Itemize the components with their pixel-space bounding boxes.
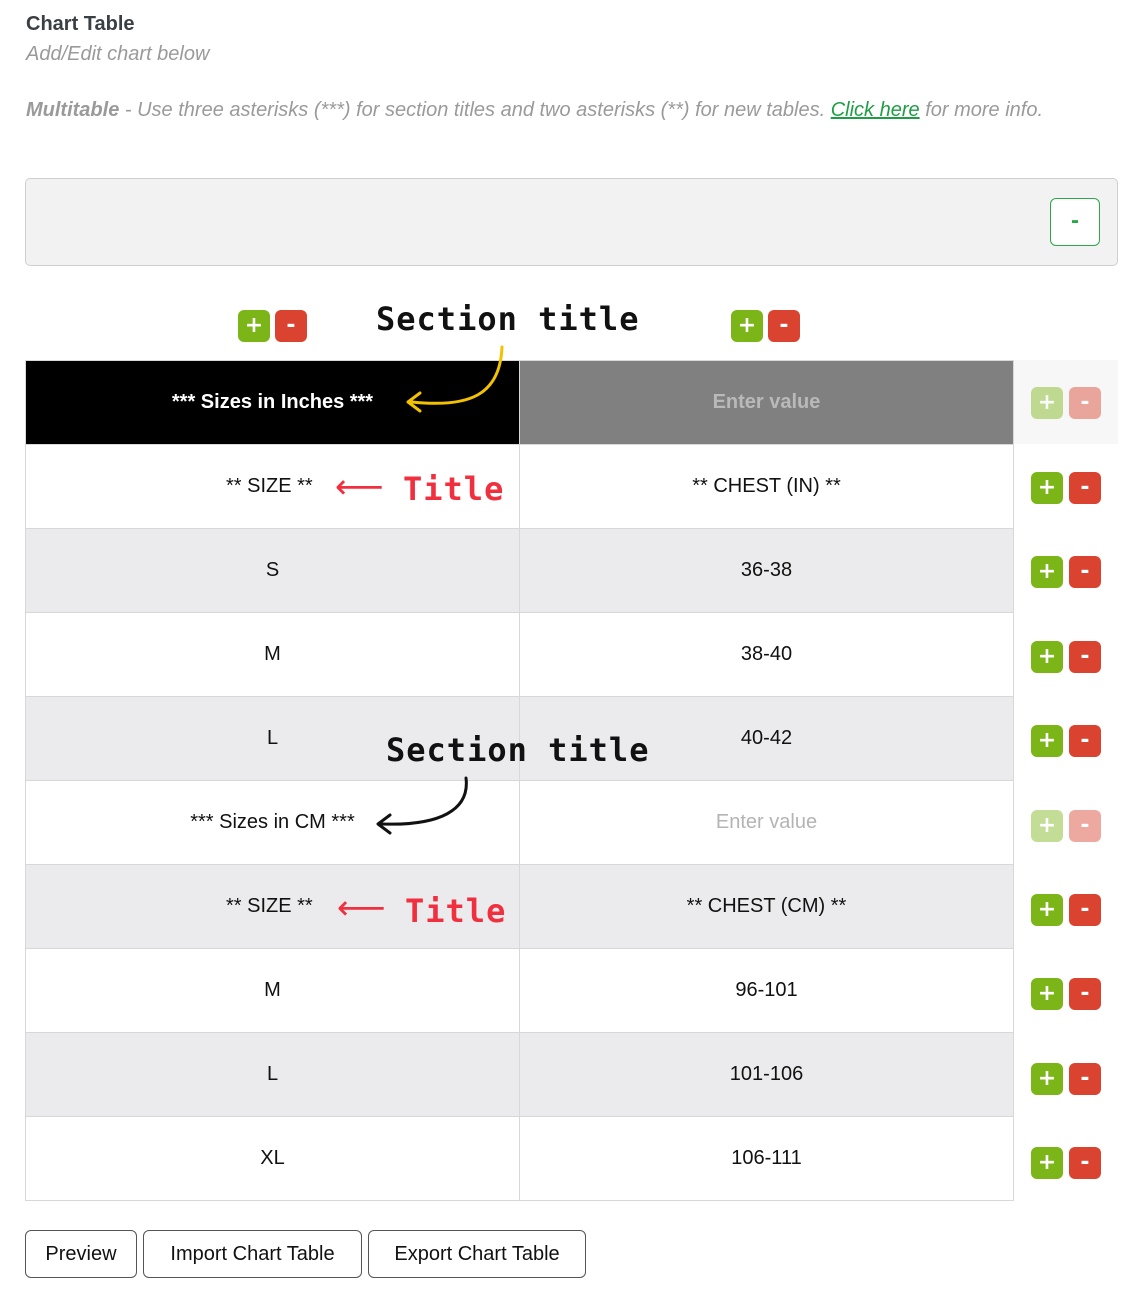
table-cell[interactable]: M bbox=[25, 612, 520, 697]
remove-row-button[interactable]: - bbox=[1069, 472, 1101, 504]
table-cell[interactable]: 106-111 bbox=[519, 1116, 1014, 1201]
table-row: L 101-106 bbox=[25, 1032, 1014, 1117]
add-row-button[interactable]: + bbox=[1031, 978, 1063, 1010]
add-row-button[interactable]: + bbox=[1031, 1147, 1063, 1179]
remove-row-button[interactable]: - bbox=[1069, 387, 1101, 419]
multitable-help: Multitable - Use three asterisks (***) f… bbox=[26, 96, 1116, 125]
table-row: *** Sizes in CM *** Enter value bbox=[25, 780, 1014, 865]
title-arrow-icon: ⟵ bbox=[335, 467, 384, 507]
click-here-link[interactable]: Click here bbox=[831, 99, 920, 121]
table-row: M 38-40 bbox=[25, 612, 1014, 697]
table-cell[interactable]: 96-101 bbox=[519, 948, 1014, 1033]
table-cell[interactable]: *** Sizes in Inches *** bbox=[25, 360, 520, 445]
multitable-label: Multitable bbox=[26, 99, 120, 121]
add-row-button[interactable]: + bbox=[1031, 472, 1063, 504]
chart-table-subheading: Add/Edit chart below bbox=[26, 43, 210, 65]
add-row-button[interactable]: + bbox=[1031, 387, 1063, 419]
remove-row-button[interactable]: - bbox=[1069, 810, 1101, 842]
add-column-button-2[interactable]: + bbox=[731, 310, 763, 342]
add-row-button[interactable]: + bbox=[1031, 1063, 1063, 1095]
table-cell[interactable]: S bbox=[25, 528, 520, 613]
remove-row-button[interactable]: - bbox=[1069, 641, 1101, 673]
table-cell[interactable]: 38-40 bbox=[519, 612, 1014, 697]
add-row-button[interactable]: + bbox=[1031, 894, 1063, 926]
table-cell-placeholder[interactable]: Enter value bbox=[519, 360, 1014, 445]
chart-table: *** Sizes in Inches *** Enter value ** S… bbox=[25, 360, 1014, 1201]
remove-row-button[interactable]: - bbox=[1069, 1147, 1101, 1179]
table-cell[interactable]: 101-106 bbox=[519, 1032, 1014, 1117]
add-row-button[interactable]: + bbox=[1031, 810, 1063, 842]
table-row: XL 106-111 bbox=[25, 1116, 1014, 1201]
title-annotation: Title bbox=[405, 892, 507, 930]
table-row: M 96-101 bbox=[25, 948, 1014, 1033]
remove-row-button[interactable]: - bbox=[1069, 894, 1101, 926]
table-cell[interactable]: ** CHEST (IN) ** bbox=[519, 444, 1014, 529]
add-row-button[interactable]: + bbox=[1031, 556, 1063, 588]
table-cell[interactable]: 36-38 bbox=[519, 528, 1014, 613]
section-row-controls-bg bbox=[1013, 360, 1118, 444]
table-row-section-header: *** Sizes in Inches *** Enter value bbox=[25, 360, 1014, 445]
title-annotation: Title bbox=[403, 470, 505, 508]
multitable-help-text: - Use three asterisks (***) for section … bbox=[119, 99, 831, 121]
import-chart-table-button[interactable]: Import Chart Table bbox=[143, 1230, 362, 1278]
table-row: ** SIZE ** ** CHEST (IN) ** bbox=[25, 444, 1014, 529]
table-row: ** SIZE ** ** CHEST (CM) ** bbox=[25, 864, 1014, 949]
table-cell[interactable]: M bbox=[25, 948, 520, 1033]
remove-column-button-1[interactable]: - bbox=[275, 310, 307, 342]
table-cell-placeholder[interactable]: Enter value bbox=[519, 780, 1014, 865]
multitable-help-tail: for more info. bbox=[919, 99, 1044, 121]
table-cell[interactable]: XL bbox=[25, 1116, 520, 1201]
collapse-button[interactable]: - bbox=[1050, 198, 1100, 246]
remove-column-button-2[interactable]: - bbox=[768, 310, 800, 342]
remove-row-button[interactable]: - bbox=[1069, 1063, 1101, 1095]
section-title-annotation: Section title bbox=[386, 731, 650, 769]
table-cell[interactable]: L bbox=[25, 1032, 520, 1117]
add-column-button-1[interactable]: + bbox=[238, 310, 270, 342]
export-chart-table-button[interactable]: Export Chart Table bbox=[368, 1230, 586, 1278]
table-cell[interactable]: ** CHEST (CM) ** bbox=[519, 864, 1014, 949]
add-row-button[interactable]: + bbox=[1031, 725, 1063, 757]
table-cell[interactable]: *** Sizes in CM *** bbox=[25, 780, 520, 865]
section-title-annotation: Section title bbox=[376, 300, 640, 338]
remove-row-button[interactable]: - bbox=[1069, 556, 1101, 588]
remove-row-button[interactable]: - bbox=[1069, 725, 1101, 757]
add-row-button[interactable]: + bbox=[1031, 641, 1063, 673]
title-arrow-icon: ⟵ bbox=[337, 888, 386, 928]
preview-button[interactable]: Preview bbox=[25, 1230, 137, 1278]
chart-table-heading: Chart Table bbox=[26, 13, 135, 35]
remove-row-button[interactable]: - bbox=[1069, 978, 1101, 1010]
chart-options-panel: - bbox=[25, 178, 1118, 266]
table-row: S 36-38 bbox=[25, 528, 1014, 613]
